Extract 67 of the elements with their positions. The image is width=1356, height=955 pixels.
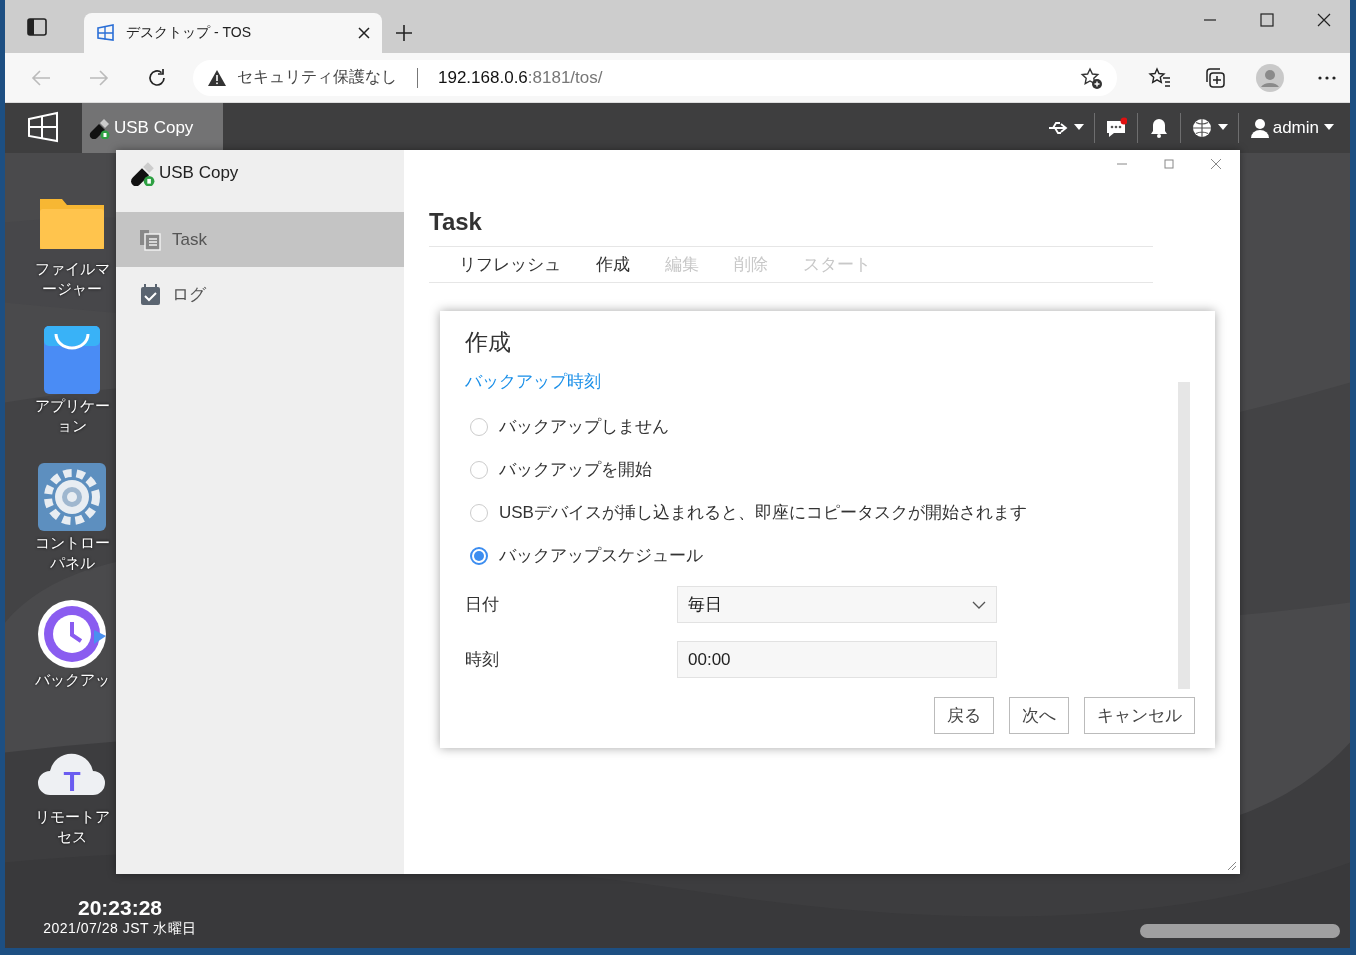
radio-label[interactable]: USBデバイスが挿し込まれると、即座にコピータスクが開始されます [499, 501, 1027, 524]
input-field[interactable]: 00:00 [677, 641, 997, 678]
dropdown[interactable]: 毎日 [677, 586, 997, 623]
desktop-icon-label[interactable]: ファイルマ [34, 259, 110, 279]
resize-grip-icon[interactable] [1225, 859, 1237, 871]
url-host: 192.168.0.6 [438, 67, 528, 88]
toolbar-button[interactable]: 作成 [596, 253, 630, 276]
warning-icon [207, 68, 227, 87]
avatar-icon[interactable] [1256, 63, 1284, 92]
collections-icon[interactable] [1203, 65, 1227, 90]
field-label: 日付 [465, 594, 500, 616]
caret-icon [1324, 124, 1334, 132]
desktop-icon-label[interactable]: コントロー [34, 533, 110, 553]
window-icon [96, 23, 116, 43]
desktop-icon-label[interactable]: ージャー [42, 279, 102, 299]
documents-icon [139, 228, 162, 251]
radio-label[interactable]: バックアップを開始 [499, 458, 652, 481]
scrollbar[interactable] [1140, 924, 1340, 938]
browser-tab[interactable]: デスクトップ - TOS [84, 13, 382, 53]
radio-label[interactable]: バックアップしません [499, 415, 669, 438]
section-title: バックアップ時刻 [465, 371, 602, 393]
clock-icon[interactable] [36, 598, 108, 670]
taskbar-app[interactable]: USB Copy [82, 103, 224, 153]
user-menu[interactable]: admin [1237, 113, 1344, 143]
chat-icon[interactable] [1104, 117, 1127, 139]
tab-title: デスクトップ - TOS [126, 24, 252, 42]
usb-drive-icon [129, 160, 155, 186]
sidebar-item[interactable]: ログ [116, 267, 404, 322]
url-path: :8181/tos/ [527, 67, 603, 88]
new-tab-icon[interactable] [395, 24, 413, 42]
scrollbar[interactable] [1178, 382, 1190, 689]
address-bar[interactable]: セキュリティ保護なし 192.168.0.6:8181/tos/ [193, 59, 1117, 96]
desktop-icon-label[interactable]: パネル [49, 553, 95, 573]
dialog-title: 作成 [465, 328, 512, 357]
dialog-button[interactable]: キャンセル [1084, 697, 1195, 734]
desktop-icon-label[interactable]: セス [57, 827, 87, 847]
desktop-icon-label[interactable]: バックアッ [34, 670, 110, 690]
clock-date: 2021/07/28 JST 水曜日 [43, 920, 197, 938]
globe-icon [1190, 117, 1213, 139]
radio-label[interactable]: バックアップスケジュール [499, 544, 703, 567]
radio-button[interactable] [470, 546, 488, 565]
tab-panel-icon[interactable] [27, 18, 47, 36]
sidebar-item[interactable]: Task [116, 212, 404, 267]
star-add-icon[interactable] [1079, 65, 1103, 90]
caret-icon [1073, 124, 1084, 132]
chevron-down-icon [972, 599, 986, 610]
toolbar-button[interactable]: リフレッシュ [459, 253, 561, 276]
page-heading: Task [429, 208, 483, 237]
refresh-icon[interactable] [146, 66, 168, 89]
gear-icon[interactable] [36, 461, 108, 533]
field-label: 時刻 [465, 649, 500, 671]
dialog-button[interactable]: 戻る [934, 697, 994, 734]
security-warning: セキュリティ保護なし [237, 67, 397, 87]
clock-time: 20:23:28 [77, 896, 163, 920]
maximize-icon[interactable] [1259, 12, 1275, 28]
close-icon[interactable] [358, 27, 370, 39]
dialog-button[interactable]: 次へ [1009, 697, 1069, 734]
user-icon [1248, 117, 1271, 139]
close-icon[interactable] [1316, 12, 1332, 28]
desktop-icon-label[interactable]: ョン [57, 416, 87, 436]
desktop-icon-label[interactable]: アプリケー [34, 396, 110, 416]
favorites-icon[interactable] [1148, 65, 1172, 90]
app-title: USB Copy [159, 163, 239, 183]
calendar-check-icon [139, 283, 162, 306]
caret-icon [1217, 124, 1228, 132]
desktop-icon-label[interactable]: リモートア [34, 807, 110, 827]
usb-drive-icon [88, 117, 110, 139]
